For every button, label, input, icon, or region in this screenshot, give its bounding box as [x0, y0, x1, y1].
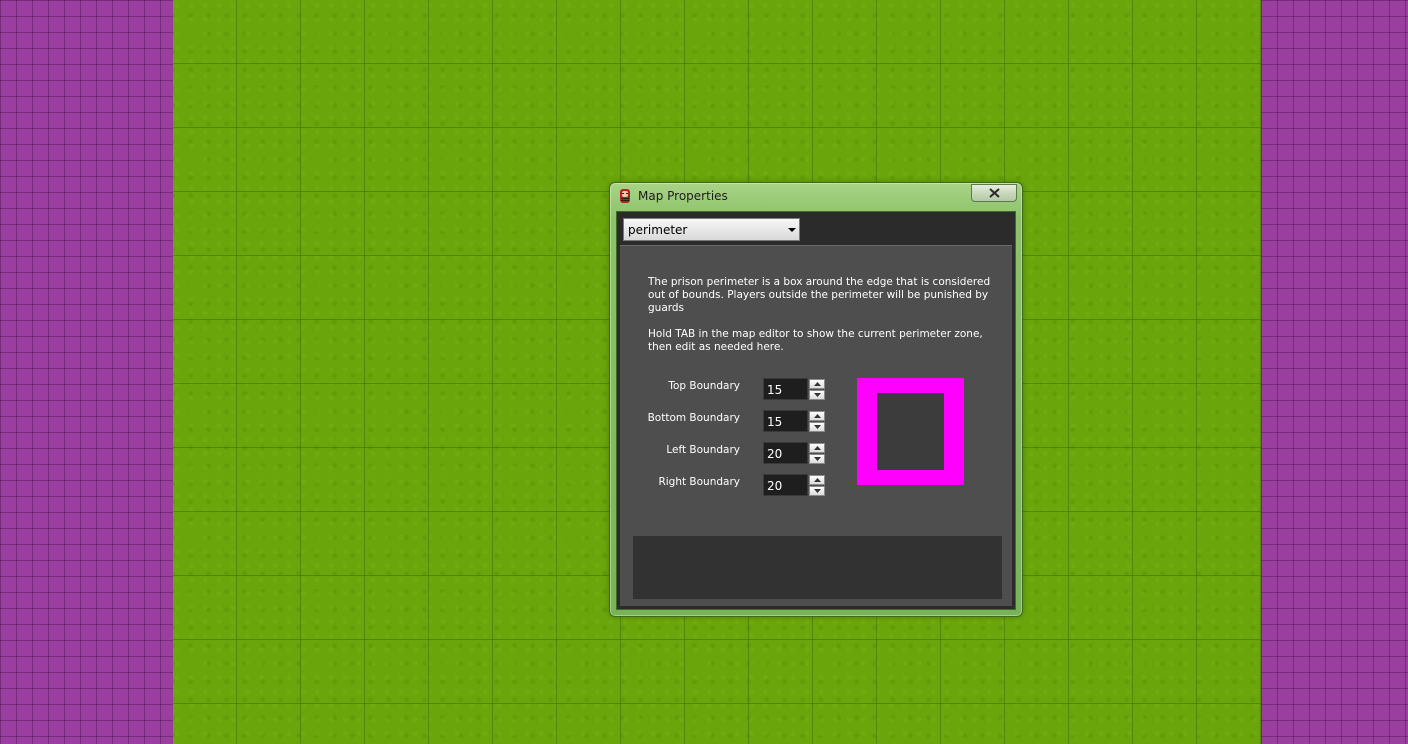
- close-icon: [989, 188, 1000, 198]
- chevron-down-icon: [788, 228, 796, 232]
- bottom-boundary-decrement[interactable]: [809, 422, 825, 432]
- properties-category-dropdown[interactable]: perimeter: [623, 218, 800, 241]
- left-boundary-input[interactable]: 20: [763, 442, 808, 464]
- top-boundary-decrement[interactable]: [809, 390, 825, 400]
- bottom-boundary-input[interactable]: 15: [763, 410, 808, 432]
- arrow-up-icon: [814, 414, 821, 418]
- description-paragraph-1: The prison perimeter is a box around the…: [648, 276, 991, 314]
- bottom-boundary-label: Bottom Boundary: [647, 412, 740, 424]
- left-boundary-decrement[interactable]: [809, 454, 825, 464]
- right-boundary-input[interactable]: 20: [763, 474, 808, 496]
- top-boundary-label: Top Boundary: [668, 380, 740, 392]
- perimeter-description: The prison perimeter is a box around the…: [648, 276, 998, 367]
- arrow-down-icon: [814, 425, 821, 429]
- right-boundary-stepper: [809, 475, 825, 496]
- top-boundary-stepper: [809, 379, 825, 400]
- panel-footer-area: [633, 536, 1002, 599]
- arrow-down-icon: [814, 393, 821, 397]
- left-boundary-label: Left Boundary: [666, 444, 740, 456]
- perimeter-panel: The prison perimeter is a box around the…: [620, 245, 1012, 606]
- out-of-bounds-right[interactable]: [1261, 0, 1408, 744]
- top-boundary-increment[interactable]: [809, 379, 825, 389]
- arrow-up-icon: [814, 478, 821, 482]
- left-boundary-increment[interactable]: [809, 443, 825, 453]
- prisoner-icon: [617, 188, 633, 204]
- map-properties-window: Map Properties perimeter The prison peri…: [609, 182, 1023, 617]
- arrow-down-icon: [814, 489, 821, 493]
- top-boundary-input[interactable]: 15: [763, 378, 808, 400]
- window-client-area: perimeter The prison perimeter is a box …: [616, 211, 1016, 610]
- bottom-boundary-stepper: [809, 411, 825, 432]
- right-boundary-label: Right Boundary: [658, 476, 740, 488]
- perimeter-preview: [857, 378, 964, 485]
- description-paragraph-2: Hold TAB in the map editor to show the c…: [648, 328, 983, 353]
- close-button[interactable]: [971, 184, 1017, 202]
- arrow-down-icon: [814, 457, 821, 461]
- window-title: Map Properties: [638, 189, 728, 203]
- left-boundary-stepper: [809, 443, 825, 464]
- dropdown-selected-value: perimeter: [628, 223, 688, 237]
- arrow-up-icon: [814, 446, 821, 450]
- bottom-boundary-increment[interactable]: [809, 411, 825, 421]
- right-boundary-increment[interactable]: [809, 475, 825, 485]
- out-of-bounds-left[interactable]: [0, 0, 173, 744]
- right-boundary-decrement[interactable]: [809, 486, 825, 496]
- arrow-up-icon: [814, 382, 821, 386]
- window-titlebar[interactable]: Map Properties: [610, 183, 1022, 211]
